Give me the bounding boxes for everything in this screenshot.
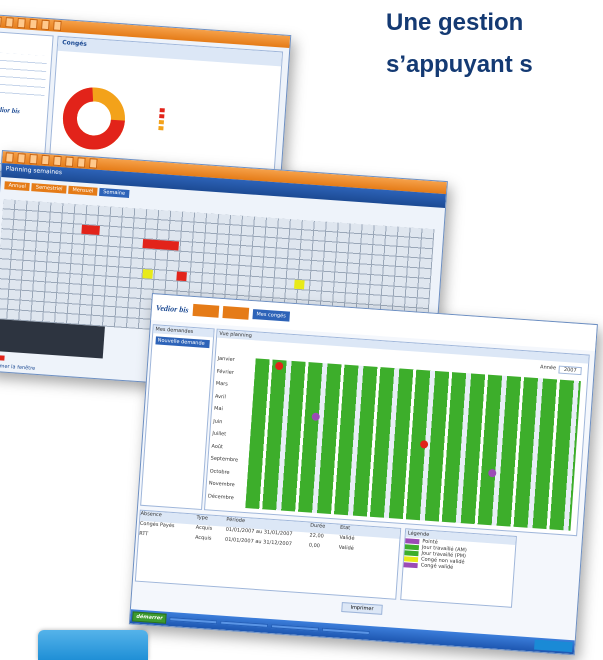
year-value[interactable]: 2007: [558, 365, 582, 376]
legend-panel: Légende Pointé Jour travaillé (AM) Jour …: [400, 528, 517, 608]
nav-tab[interactable]: [0, 16, 2, 27]
sidebar: Mes demandes Nouvelle demande: [140, 324, 215, 511]
nav-tab[interactable]: [53, 155, 62, 167]
decorative-blue-block: [38, 630, 148, 660]
planning-legend: [0, 354, 5, 361]
small-table: [0, 52, 48, 101]
absence-table: Absence Type Période Durée Etat Congés P…: [134, 509, 402, 600]
calendar-grid: [245, 358, 581, 531]
tab-mensuel[interactable]: Mensuel: [68, 185, 98, 196]
month-label: Décembre: [207, 492, 234, 501]
print-button[interactable]: Imprimer: [341, 602, 383, 615]
headline: Une gestion s’appuyant s: [386, 2, 533, 86]
left-panel: Vedior bis: [0, 31, 54, 168]
nav-tab[interactable]: [53, 20, 62, 31]
tab-semestriel[interactable]: Semestriel: [31, 183, 67, 194]
headline-line-2: s’appuyant s: [386, 51, 533, 78]
nav-tab[interactable]: [76, 157, 86, 168]
cell: Acquis: [194, 534, 212, 542]
calendar-panel: Vue planning Année 2007 Janvier Février …: [203, 328, 590, 537]
nav-tab[interactable]: [65, 156, 74, 167]
logo: Vedior bis: [0, 105, 21, 116]
nav-tab-mes-conges[interactable]: Mes congés: [252, 309, 291, 322]
taskbar-item[interactable]: [220, 620, 269, 628]
system-tray: [534, 639, 573, 653]
logo: Vedior bis: [155, 302, 189, 315]
close-window-link[interactable]: Fermer la fenêtre: [0, 363, 35, 372]
nav-tab[interactable]: [5, 152, 14, 163]
taskbar: démarrer: [129, 609, 575, 655]
planning-cell-yellow: [294, 279, 305, 290]
nav-tab[interactable]: [192, 303, 219, 318]
taskbar-item[interactable]: [271, 624, 320, 632]
nav-tab[interactable]: [29, 18, 38, 30]
month-labels: Janvier Février Mars Avril Mai Juin Juil…: [207, 356, 251, 508]
planning-cell-red: [142, 239, 180, 251]
left-grid: [0, 318, 105, 359]
nav-tab[interactable]: [41, 19, 50, 31]
nav-tab[interactable]: [29, 153, 38, 165]
nav-tab[interactable]: [222, 305, 249, 320]
planning-cell-red: [81, 224, 100, 235]
sidebar-title: Mes demandes: [153, 325, 214, 338]
window-mes-conges: Vedior bis Mes congés Mes demandes Nouve…: [128, 293, 598, 656]
nav-tab[interactable]: [5, 17, 14, 28]
taskbar-item[interactable]: [322, 627, 371, 636]
year-label: Année: [539, 364, 557, 372]
cell: 0,00: [308, 542, 321, 550]
taskbar-item[interactable]: [169, 617, 218, 625]
new-request-button[interactable]: Nouvelle demande: [155, 336, 210, 349]
start-button[interactable]: démarrer: [132, 611, 168, 624]
nav-tab[interactable]: [88, 158, 98, 169]
chart-legend: [158, 106, 165, 132]
donut-chart: [62, 87, 125, 150]
headline-line-1: Une gestion: [386, 9, 524, 36]
nav-tab[interactable]: [17, 17, 26, 29]
tab-annuel[interactable]: Annuel: [4, 181, 31, 192]
nav-tab[interactable]: [41, 154, 50, 166]
year-selector[interactable]: Année 2007: [539, 364, 582, 376]
tab-semaine[interactable]: Semaine: [98, 187, 130, 198]
planning-cell-yellow: [142, 269, 154, 279]
cell: Validé: [338, 544, 354, 552]
planning-cell-red: [176, 271, 187, 282]
nav-tab[interactable]: [17, 153, 26, 164]
